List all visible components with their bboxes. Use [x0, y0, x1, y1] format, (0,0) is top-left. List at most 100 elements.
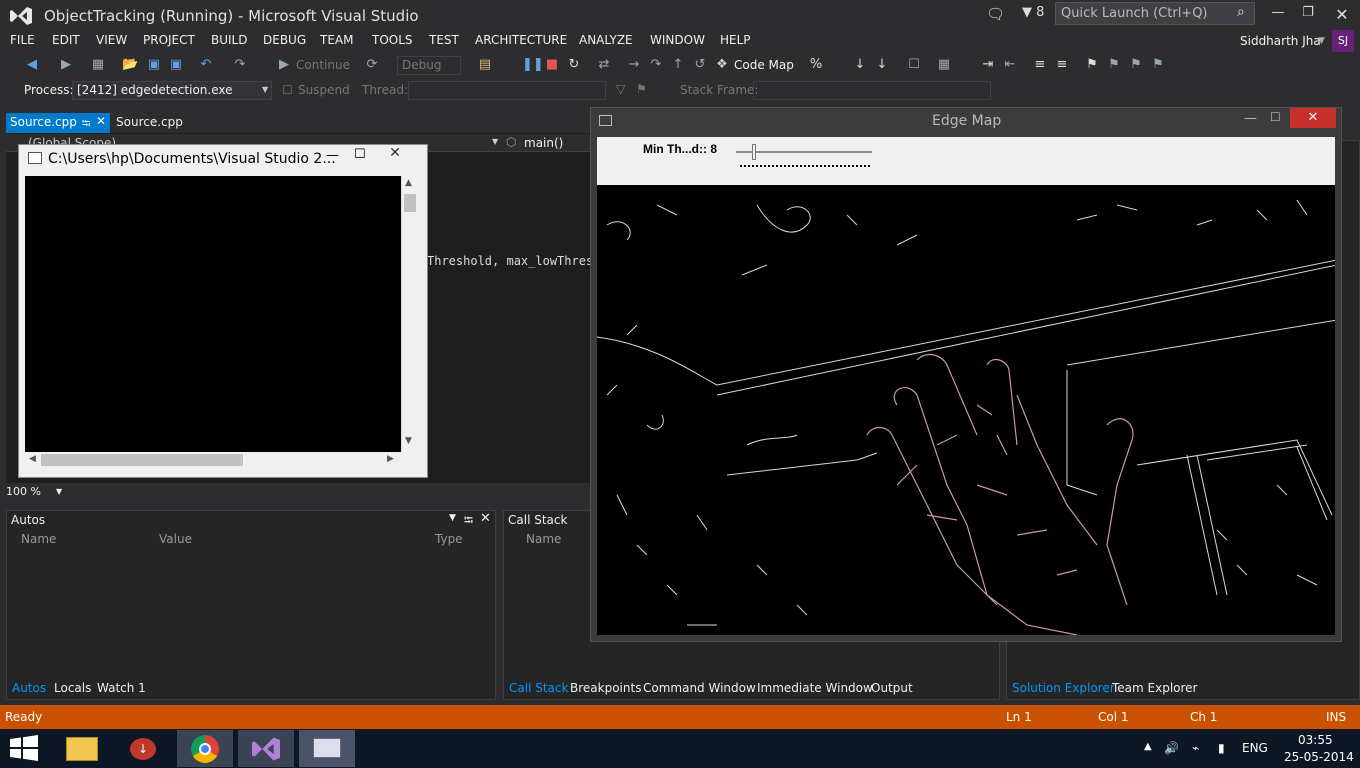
notifications-icon[interactable]: 🗨: [986, 5, 1005, 23]
restore-button[interactable]: ❐: [1296, 5, 1320, 25]
user-chevron-down-icon[interactable]: ▼: [1318, 36, 1325, 46]
code-map-icon[interactable]: ❖: [714, 57, 730, 73]
edge-detection-app-icon[interactable]: [299, 730, 355, 767]
outdent-icon[interactable]: ⇤: [1002, 57, 1018, 73]
tab-solution-explorer[interactable]: Solution Explorer: [1012, 681, 1115, 695]
redo-icon[interactable]: ↷: [232, 57, 248, 73]
call-stack-col-name[interactable]: Name: [526, 532, 561, 546]
suspend-icon[interactable]: ☐: [282, 83, 293, 97]
edge-minimize-button[interactable]: —: [1244, 111, 1257, 126]
percent-icon[interactable]: %: [808, 57, 824, 73]
next-bookmark-icon[interactable]: ⚑: [1128, 57, 1144, 73]
battery-icon[interactable]: ▮: [1218, 741, 1225, 755]
console-close-button[interactable]: ✕: [374, 145, 416, 163]
tab-source-cpp-active[interactable]: Source.cpp ⭾ ✕: [6, 113, 110, 133]
scroll-left-icon[interactable]: ◀: [29, 454, 36, 464]
menu-window[interactable]: WINDOW: [650, 33, 705, 47]
feedback-filter[interactable]: ▼ 8: [1022, 5, 1044, 20]
autos-pin-icon[interactable]: ⭾: [464, 511, 473, 532]
tab-team-explorer[interactable]: Team Explorer: [1112, 681, 1198, 695]
uncomment-icon[interactable]: ≡: [1054, 57, 1070, 73]
windows-start-icon[interactable]: [10, 735, 38, 761]
visual-studio-taskbar-icon[interactable]: [238, 730, 294, 767]
menu-architecture[interactable]: ARCHITECTURE: [475, 33, 567, 47]
process-icon[interactable]: ▤: [477, 57, 493, 73]
step-into-icon[interactable]: →: [626, 57, 642, 73]
bookmark-icon[interactable]: ⚑: [1084, 57, 1100, 73]
autos-col-name[interactable]: Name: [21, 532, 56, 546]
thread-select[interactable]: [408, 81, 606, 100]
user-name[interactable]: Siddharth Jha: [1240, 34, 1321, 48]
process-select[interactable]: [2412] edgedetection.exe: [72, 81, 272, 100]
scroll-up-icon[interactable]: ▲: [405, 178, 412, 188]
scroll-down-icon[interactable]: ▼: [405, 436, 412, 446]
step-out-icon[interactable]: ↑: [670, 57, 686, 73]
menu-build[interactable]: BUILD: [211, 33, 247, 47]
configuration-select[interactable]: Debug: [397, 56, 461, 75]
tab-output[interactable]: Output: [871, 681, 913, 695]
menu-project[interactable]: PROJECT: [143, 33, 195, 47]
tab-immediate-window[interactable]: Immediate Window: [757, 681, 873, 695]
menu-tools[interactable]: TOOLS: [372, 33, 413, 47]
autos-col-type[interactable]: Type: [435, 532, 463, 546]
tab-call-stack[interactable]: Call Stack: [509, 681, 568, 695]
step-over-icon[interactable]: ↷: [648, 57, 664, 73]
menu-file[interactable]: FILE: [10, 33, 35, 47]
slider-thumb[interactable]: [752, 144, 756, 160]
forward-icon[interactable]: ▶: [58, 57, 74, 73]
undo-icon[interactable]: ↶: [198, 57, 214, 73]
close-tab-icon[interactable]: ✕: [96, 114, 106, 128]
menu-view[interactable]: VIEW: [96, 33, 127, 47]
show-next-statement-icon[interactable]: ⇄: [596, 57, 612, 73]
break-all-icon[interactable]: ❚❚: [522, 57, 544, 73]
format-icon[interactable]: ☐: [906, 57, 922, 73]
autos-col-value[interactable]: Value: [159, 532, 192, 546]
clock-time[interactable]: 03:55: [1298, 733, 1333, 747]
filter-threads-icon[interactable]: ▽: [616, 82, 625, 96]
tab-command-window[interactable]: Command Window: [643, 681, 756, 695]
code-map-button[interactable]: Code Map: [734, 58, 794, 72]
console-output[interactable]: [25, 176, 401, 452]
menu-help[interactable]: HELP: [720, 33, 751, 47]
menu-team[interactable]: TEAM: [320, 33, 353, 47]
console-minimize-button[interactable]: —: [326, 148, 339, 163]
tab-watch-1[interactable]: Watch 1: [97, 681, 146, 695]
save-all-icon[interactable]: ▣: [168, 57, 184, 73]
menu-debug[interactable]: DEBUG: [263, 33, 306, 47]
avatar[interactable]: SJ: [1332, 30, 1354, 52]
input-language[interactable]: ENG: [1242, 741, 1268, 755]
member-select[interactable]: main(): [524, 136, 563, 150]
close-button[interactable]: ✕: [1330, 5, 1354, 25]
restart-icon[interactable]: ↻: [566, 57, 582, 73]
tab-autos[interactable]: Autos: [12, 681, 46, 695]
tab-breakpoints[interactable]: Breakpoints: [570, 681, 641, 695]
console-maximize-button[interactable]: ☐: [354, 147, 366, 162]
download-manager-icon[interactable]: ↓: [116, 730, 172, 767]
tab-source-cpp[interactable]: Source.cpp: [112, 113, 187, 133]
console-scroll-thumb[interactable]: [404, 194, 416, 212]
prev-bookmark-icon[interactable]: ⚑: [1106, 57, 1122, 73]
quick-launch-input[interactable]: Quick Launch (Ctrl+Q): [1055, 2, 1255, 25]
scroll-right-icon[interactable]: ▶: [387, 454, 394, 464]
step-back-icon[interactable]: ↺: [692, 57, 708, 73]
console-horizontal-scrollbar[interactable]: ◀ ▶: [25, 452, 401, 469]
volume-icon[interactable]: 🔊: [1164, 741, 1179, 755]
process-chevron-down-icon[interactable]: ▼: [262, 85, 268, 94]
stop-debugging-icon[interactable]: ■: [544, 57, 560, 73]
indent-icon[interactable]: ⇥: [980, 57, 996, 73]
attach-icon[interactable]: ⟳: [364, 57, 380, 73]
edge-maximize-button[interactable]: ☐: [1270, 110, 1281, 124]
console-vertical-scrollbar[interactable]: ▲ ▼: [401, 176, 418, 452]
min-threshold-slider[interactable]: [736, 144, 874, 171]
back-icon[interactable]: ◀: [24, 57, 40, 73]
pin-icon[interactable]: ⭾: [82, 115, 90, 134]
continue-icon[interactable]: ▶: [276, 57, 292, 73]
search-icon[interactable]: ⌕: [1237, 4, 1245, 20]
save-icon[interactable]: ▣: [146, 57, 162, 73]
menu-analyze[interactable]: ANALYZE: [579, 33, 633, 47]
open-file-icon[interactable]: 📂: [122, 57, 138, 73]
menu-test[interactable]: TEST: [429, 33, 459, 47]
autos-options-icon[interactable]: ▼: [449, 513, 456, 523]
tab-locals[interactable]: Locals: [54, 681, 91, 695]
flag-threads-icon[interactable]: ⚑: [636, 82, 647, 96]
